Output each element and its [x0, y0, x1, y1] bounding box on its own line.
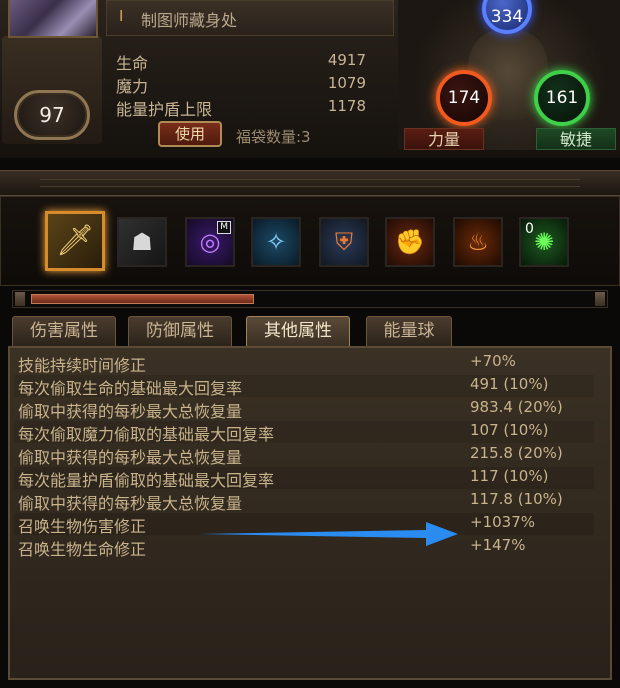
table-row: 偷取中获得的每秒最大总恢复量 215.8 (20%): [14, 444, 594, 467]
bag-count: 福袋数量:3: [236, 128, 311, 146]
life-value: 4917: [327, 51, 366, 69]
skill-slot[interactable]: ◎ M: [185, 217, 235, 267]
mana-label: 魔力: [116, 77, 149, 96]
row-value: 117 (10%): [470, 467, 549, 485]
skill-slot[interactable]: ✧: [251, 217, 301, 267]
shield-strike-icon: ⛨: [335, 228, 353, 256]
dexterity-orb[interactable]: 161: [534, 70, 590, 126]
intelligence-orb[interactable]: 334: [482, 0, 532, 34]
ornamental-divider: [0, 170, 620, 196]
fire-fist-icon: ✊: [395, 228, 425, 256]
table-row: 偷取中获得的每秒最大总恢复量 983.4 (20%): [14, 398, 594, 421]
row-value: +1037%: [470, 513, 535, 531]
row-value: 491 (10%): [470, 375, 549, 393]
character-panel: 97 Ⅰ 制图师藏身处 生命 4917 魔力 1079 能量护盾上限 1178 …: [0, 0, 620, 158]
annotation-arrow: [200, 522, 458, 546]
row-label: 每次偷取生命的基础最大回复率: [18, 379, 243, 398]
blue-rune-icon: ✧: [265, 228, 287, 256]
sword-icon: 🗡: [55, 223, 95, 258]
skill-slot[interactable]: ✺ 0: [519, 217, 569, 267]
row-value: 983.4 (20%): [470, 398, 563, 416]
row-label: 每次偷取魔力偷取的基础最大回复率: [18, 425, 275, 444]
row-label: 每次能量护盾偷取的基础最大回复率: [18, 471, 275, 490]
armored-figure-icon: ☗: [131, 228, 153, 256]
location-icon: Ⅰ: [119, 7, 124, 25]
level-value: 97: [39, 103, 65, 127]
skill-scrollbar[interactable]: [12, 290, 608, 308]
ornament-line: [40, 179, 580, 187]
location-title-bar: Ⅰ 制图师藏身处: [106, 0, 394, 36]
table-row: 每次能量护盾偷取的基础最大回复率 117 (10%): [14, 467, 594, 490]
row-label: 偷取中获得的每秒最大总恢复量: [18, 494, 243, 513]
skill-slot[interactable]: 🗡: [45, 211, 105, 271]
row-value: 117.8 (10%): [470, 490, 563, 508]
row-value: 107 (10%): [470, 421, 549, 439]
skill-strip: 🗡 ☗ ◎ M ✧ ⛨ ✊ ♨ ✺ 0: [0, 196, 620, 286]
character-portrait[interactable]: [8, 0, 98, 38]
level-badge: 97: [14, 90, 90, 140]
tab-damage[interactable]: 伤害属性: [12, 316, 116, 346]
skill-slot[interactable]: ♨: [453, 217, 503, 267]
scroll-left-cap: [15, 292, 25, 306]
stats-table: 技能持续时间修正 +70% 每次偷取生命的基础最大回复率 491 (10%) 偷…: [8, 346, 612, 680]
strength-label: 力量: [404, 128, 484, 150]
use-button[interactable]: 使用: [158, 121, 222, 147]
arrow-shape: [200, 522, 458, 546]
skill-count: 0: [525, 221, 534, 237]
attribute-orbs: 334 174 161 力量 敏捷: [398, 0, 620, 150]
scroll-right-cap: [595, 292, 605, 306]
dexterity-label: 敏捷: [536, 128, 616, 150]
row-label: 召唤生物伤害修正: [18, 517, 147, 536]
table-row: 偷取中获得的每秒最大总恢复量 117.8 (10%): [14, 490, 594, 513]
scroll-thumb[interactable]: [31, 294, 254, 304]
tab-defense[interactable]: 防御属性: [128, 316, 232, 346]
skill-slot[interactable]: ⛨: [319, 217, 369, 267]
table-row: 每次偷取生命的基础最大回复率 491 (10%): [14, 375, 594, 398]
skill-badge: M: [217, 221, 231, 234]
mana-value: 1079: [327, 74, 366, 92]
energy-shield-label: 能量护盾上限: [116, 100, 213, 119]
row-value: +147%: [470, 536, 526, 554]
strength-orb[interactable]: 174: [436, 70, 492, 126]
tab-other[interactable]: 其他属性: [246, 316, 350, 346]
row-label: 召唤生物生命修正: [18, 540, 147, 559]
skill-slot[interactable]: ✊: [385, 217, 435, 267]
life-label: 生命: [116, 54, 149, 73]
row-label: 偷取中获得的每秒最大总恢复量: [18, 402, 243, 421]
row-value: +70%: [470, 352, 516, 370]
skill-slot[interactable]: ☗: [117, 217, 167, 267]
table-row: 技能持续时间修正 +70%: [14, 352, 594, 375]
row-value: 215.8 (20%): [470, 444, 563, 462]
location-title: 制图师藏身处: [141, 11, 238, 30]
tab-power-charges[interactable]: 能量球: [366, 316, 452, 346]
row-label: 偷取中获得的每秒最大总恢复量: [18, 448, 243, 467]
row-label: 技能持续时间修正: [18, 356, 147, 375]
table-row: 每次偷取魔力偷取的基础最大回复率 107 (10%): [14, 421, 594, 444]
fire-figure-icon: ♨: [467, 228, 489, 256]
energy-shield-value: 1178: [327, 97, 366, 115]
